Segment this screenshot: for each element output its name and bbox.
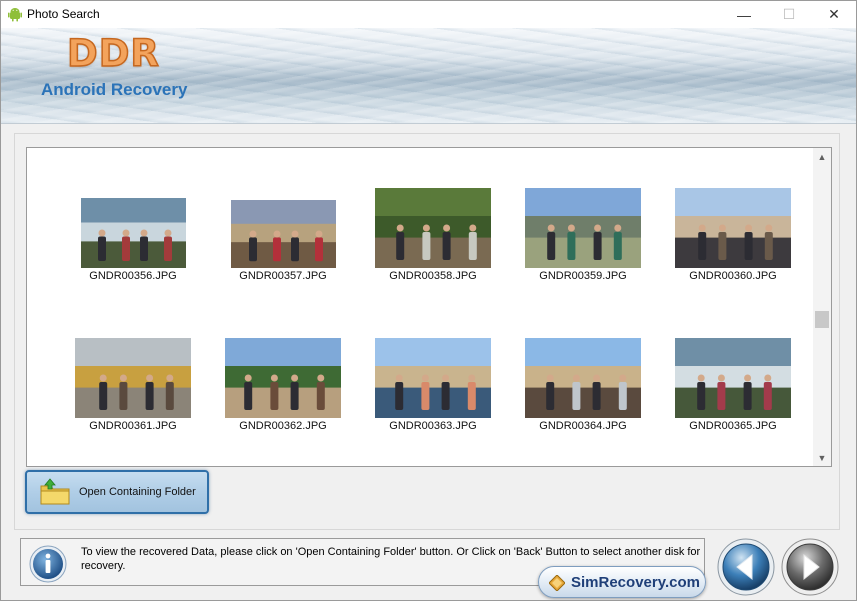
photo-filename: GNDR00364.JPG xyxy=(539,420,627,432)
ddr-logo: DDR xyxy=(66,31,160,76)
photo-search-window: Photo Search — ☐ ✕ DDR Android Recovery … xyxy=(0,0,857,601)
photo-thumbnail[interactable]: GNDR00361.JPG xyxy=(63,148,203,466)
gallery-scrollbar[interactable]: ▲ ▼ xyxy=(813,148,831,466)
app-banner: DDR Android Recovery xyxy=(1,28,856,124)
title-bar: Photo Search — ☐ ✕ xyxy=(1,1,856,28)
simrecovery-badge[interactable]: SimRecovery.com xyxy=(538,566,706,598)
photo-thumbnail[interactable]: GNDR00364.JPG xyxy=(513,148,653,466)
android-icon xyxy=(8,8,22,22)
photo-filename: GNDR00361.JPG xyxy=(89,420,177,432)
minimize-button[interactable]: — xyxy=(721,1,767,28)
back-button[interactable] xyxy=(717,538,775,596)
scroll-down-icon[interactable]: ▼ xyxy=(813,449,831,466)
close-button[interactable]: ✕ xyxy=(811,1,856,28)
maximize-button[interactable]: ☐ xyxy=(766,1,812,28)
photo-filename: GNDR00363.JPG xyxy=(389,420,477,432)
photo-preview[interactable] xyxy=(525,338,641,418)
diamond-logo-icon xyxy=(549,575,565,591)
open-folder-label: Open Containing Folder xyxy=(79,486,196,498)
photo-preview[interactable] xyxy=(75,338,191,418)
simrecovery-text: SimRecovery.com xyxy=(571,574,700,591)
scroll-thumb[interactable] xyxy=(815,311,829,328)
folder-icon xyxy=(40,478,70,505)
photo-filename: GNDR00362.JPG xyxy=(239,420,327,432)
open-containing-folder-button[interactable]: Open Containing Folder xyxy=(25,470,209,514)
photo-preview[interactable] xyxy=(375,338,491,418)
photo-filename: GNDR00365.JPG xyxy=(689,420,777,432)
window-title: Photo Search xyxy=(27,7,100,21)
photo-preview[interactable] xyxy=(675,338,791,418)
info-icon xyxy=(29,545,67,583)
photo-thumbnail[interactable]: GNDR00362.JPG xyxy=(213,148,353,466)
next-button[interactable] xyxy=(781,538,839,596)
photo-thumbnail[interactable]: GNDR00365.JPG xyxy=(663,148,803,466)
product-name: Android Recovery xyxy=(41,80,188,99)
photo-preview[interactable] xyxy=(225,338,341,418)
scroll-up-icon[interactable]: ▲ xyxy=(813,148,831,165)
photo-thumbnail[interactable]: GNDR00363.JPG xyxy=(363,148,503,466)
photo-gallery[interactable]: GNDR00356.JPG GNDR00357.JPG GNDR00358.JPG G… xyxy=(26,147,832,467)
